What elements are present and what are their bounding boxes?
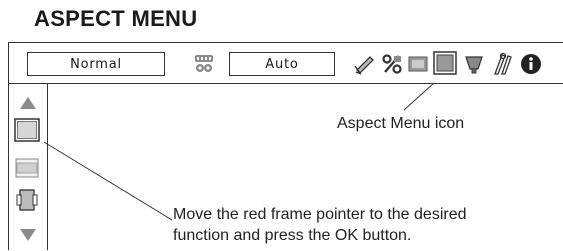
- aspect-icon-leader-line: [403, 82, 435, 111]
- aspect-menu-icon-label: Aspect Menu icon: [337, 115, 465, 132]
- instruction-line-1: Move the red frame pointer to the desire…: [173, 206, 467, 223]
- pointer-leader-line: [43, 141, 173, 221]
- instruction-line-2: function and press the OK button.: [173, 227, 412, 244]
